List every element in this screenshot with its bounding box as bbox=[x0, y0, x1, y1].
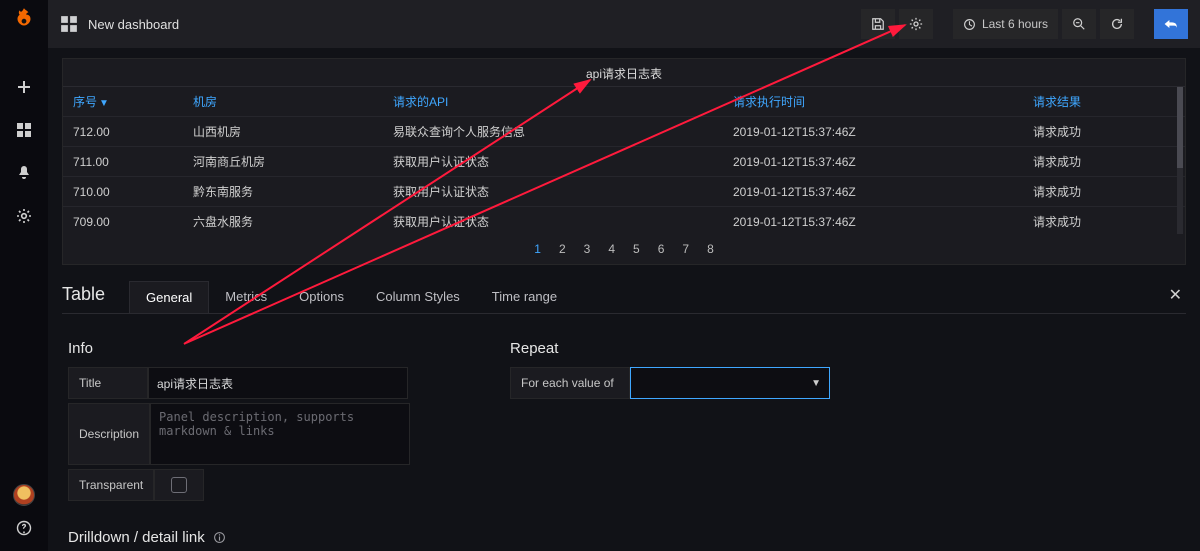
tab-metrics[interactable]: Metrics bbox=[209, 281, 283, 313]
grafana-logo[interactable] bbox=[11, 6, 37, 35]
help-icon[interactable] bbox=[16, 520, 32, 539]
close-editor-icon[interactable]: ✕ bbox=[1169, 285, 1182, 305]
title-input[interactable] bbox=[148, 367, 408, 399]
bell-icon[interactable] bbox=[16, 165, 32, 184]
table-row[interactable]: 711.00河南商丘机房获取用户认证状态2019-01-12T15:37:46Z… bbox=[63, 147, 1185, 177]
table-row[interactable]: 709.00六盘水服务获取用户认证状态2019-01-12T15:37:46Z请… bbox=[63, 207, 1185, 237]
table-cell: 2019-01-12T15:37:46Z bbox=[723, 147, 1023, 177]
col-room[interactable]: 机房 bbox=[183, 87, 383, 117]
time-range-label: Last 6 hours bbox=[982, 17, 1048, 31]
chevron-down-icon: ▼ bbox=[811, 378, 821, 389]
panel-editor: Table General Metrics Options Column Sty… bbox=[62, 281, 1186, 551]
drilldown-heading: Drilldown / detail link bbox=[68, 529, 205, 546]
top-bar: New dashboard Last 6 hours bbox=[48, 0, 1200, 48]
table-panel: api请求日志表 序号▼ 机房 请求的API 请求执行时间 请求结果 712.0… bbox=[62, 58, 1186, 265]
table-cell: 712.00 bbox=[63, 117, 183, 147]
repeat-heading: Repeat bbox=[510, 340, 830, 357]
repeat-section: Repeat For each value of ▼ bbox=[510, 340, 830, 551]
description-label: Description bbox=[68, 403, 150, 465]
page-number[interactable]: 1 bbox=[534, 242, 541, 256]
table-cell: 山西机房 bbox=[183, 117, 383, 147]
table-cell: 黔东南服务 bbox=[183, 177, 383, 207]
table-cell: 获取用户认证状态 bbox=[383, 207, 723, 237]
tab-general[interactable]: General bbox=[129, 281, 209, 313]
table-cell: 2019-01-12T15:37:46Z bbox=[723, 207, 1023, 237]
settings-button[interactable] bbox=[899, 9, 933, 39]
col-time[interactable]: 请求执行时间 bbox=[723, 87, 1023, 117]
table-cell: 六盘水服务 bbox=[183, 207, 383, 237]
table-cell: 请求成功 bbox=[1023, 177, 1185, 207]
info-icon bbox=[213, 531, 226, 544]
page-number[interactable]: 8 bbox=[707, 242, 714, 256]
main-area: api请求日志表 序号▼ 机房 请求的API 请求执行时间 请求结果 712.0… bbox=[48, 48, 1200, 551]
page-number[interactable]: 3 bbox=[584, 242, 591, 256]
table-pagination: 1 2 3 4 5 6 7 8 bbox=[63, 236, 1185, 264]
panel-title: api请求日志表 bbox=[63, 59, 1185, 86]
dashboards-icon[interactable] bbox=[16, 122, 32, 141]
gear-icon[interactable] bbox=[16, 208, 32, 227]
left-sidebar bbox=[0, 0, 48, 551]
page-number[interactable]: 4 bbox=[608, 242, 615, 256]
transparent-checkbox[interactable] bbox=[154, 469, 204, 501]
dashboard-title-text: New dashboard bbox=[88, 17, 179, 32]
dashboard-title[interactable]: New dashboard bbox=[60, 15, 179, 33]
foreach-label: For each value of bbox=[510, 367, 630, 399]
col-api[interactable]: 请求的API bbox=[383, 87, 723, 117]
transparent-label: Transparent bbox=[68, 469, 154, 501]
description-input[interactable] bbox=[150, 403, 410, 465]
user-avatar[interactable] bbox=[13, 484, 35, 506]
refresh-button[interactable] bbox=[1100, 9, 1134, 39]
table-cell: 2019-01-12T15:37:46Z bbox=[723, 177, 1023, 207]
info-heading: Info bbox=[68, 340, 410, 357]
table-row[interactable]: 710.00黔东南服务获取用户认证状态2019-01-12T15:37:46Z请… bbox=[63, 177, 1185, 207]
table-cell: 易联众查询个人服务信息 bbox=[383, 117, 723, 147]
table-cell: 2019-01-12T15:37:46Z bbox=[723, 117, 1023, 147]
editor-title: Table bbox=[62, 284, 105, 311]
col-result[interactable]: 请求结果 bbox=[1023, 87, 1185, 117]
tab-options[interactable]: Options bbox=[283, 281, 360, 313]
tab-time-range[interactable]: Time range bbox=[476, 281, 573, 313]
table-row[interactable]: 712.00山西机房易联众查询个人服务信息2019-01-12T15:37:46… bbox=[63, 117, 1185, 147]
editor-tabs: General Metrics Options Column Styles Ti… bbox=[129, 281, 573, 313]
table-cell: 711.00 bbox=[63, 147, 183, 177]
info-section: Info Title Description Transparent Drill… bbox=[68, 340, 410, 551]
table-cell: 请求成功 bbox=[1023, 147, 1185, 177]
table-cell: 请求成功 bbox=[1023, 207, 1185, 237]
plus-icon[interactable] bbox=[16, 79, 32, 98]
col-seq[interactable]: 序号▼ bbox=[63, 87, 183, 117]
table-cell: 获取用户认证状态 bbox=[383, 177, 723, 207]
table-cell: 710.00 bbox=[63, 177, 183, 207]
page-number[interactable]: 7 bbox=[682, 242, 689, 256]
tab-column-styles[interactable]: Column Styles bbox=[360, 281, 476, 313]
page-number[interactable]: 5 bbox=[633, 242, 640, 256]
table-cell: 709.00 bbox=[63, 207, 183, 237]
time-range-button[interactable]: Last 6 hours bbox=[953, 9, 1058, 39]
table-cell: 获取用户认证状态 bbox=[383, 147, 723, 177]
table-scrollbar[interactable] bbox=[1177, 87, 1183, 234]
table-cell: 请求成功 bbox=[1023, 117, 1185, 147]
title-label: Title bbox=[68, 367, 148, 399]
page-number[interactable]: 2 bbox=[559, 242, 566, 256]
drilldown-section: Drilldown / detail link ✚Add link bbox=[68, 529, 410, 551]
save-button[interactable] bbox=[861, 9, 895, 39]
page-number[interactable]: 6 bbox=[658, 242, 665, 256]
back-button[interactable] bbox=[1154, 9, 1188, 39]
data-table: 序号▼ 机房 请求的API 请求执行时间 请求结果 712.00山西机房易联众查… bbox=[63, 86, 1185, 236]
table-cell: 河南商丘机房 bbox=[183, 147, 383, 177]
foreach-select[interactable]: ▼ bbox=[630, 367, 830, 399]
zoom-out-button[interactable] bbox=[1062, 9, 1096, 39]
